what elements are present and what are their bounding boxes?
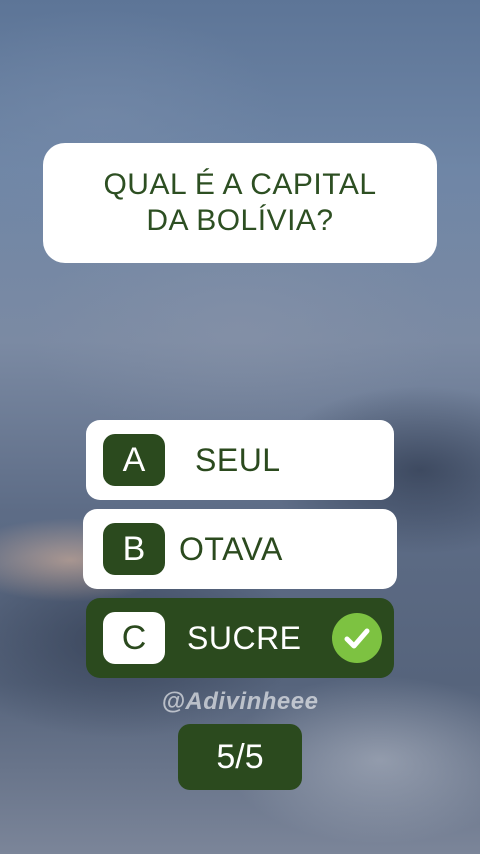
option-a-text: SEUL [195,441,281,478]
option-c-text: SUCRE [187,619,302,656]
question-line-2: DA BOLÍVIA? [146,204,334,237]
check-circle-icon [332,613,382,663]
question-card: QUAL É A CAPITAL DA BOLÍVIA? [43,143,437,263]
option-c-button[interactable]: C SUCRE [86,598,394,678]
option-c-letter: C [103,612,165,664]
option-a-letter: A [103,434,165,486]
option-b-text: OTAVA [179,530,283,567]
option-b-button[interactable]: B OTAVA [83,509,397,589]
watermark: @Adivinheee [161,688,319,715]
question-text: QUAL É A CAPITAL DA BOLÍVIA? [79,167,400,239]
progress-counter: 5/5 [178,724,302,790]
question-line-1: QUAL É A CAPITAL [103,168,377,201]
option-b-letter: B [103,523,165,575]
option-a-button[interactable]: A SEUL [86,420,394,500]
